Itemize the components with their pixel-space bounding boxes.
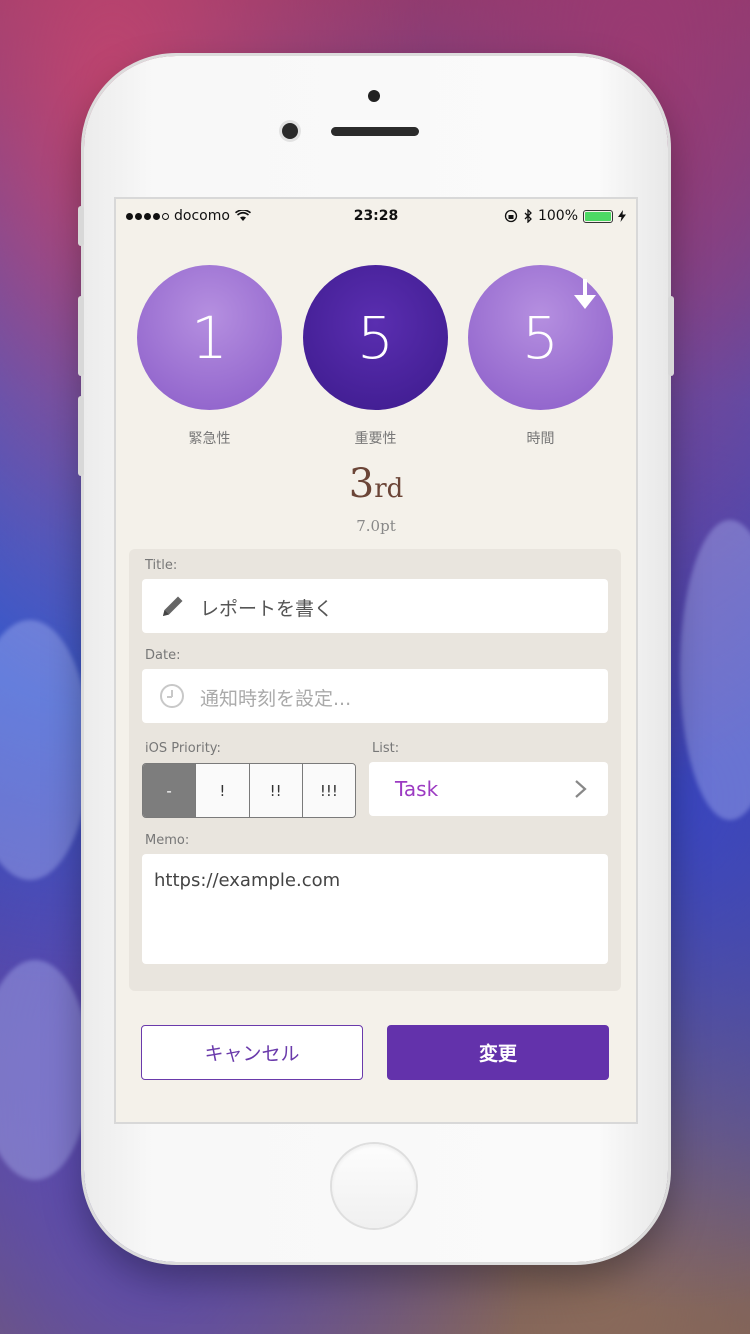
time-value: 5 xyxy=(522,303,559,372)
battery-percent: 100% xyxy=(537,208,578,224)
date-label: Date: xyxy=(145,648,181,663)
time-circle[interactable]: 5 xyxy=(468,265,613,410)
points-label: 7.0pt xyxy=(356,517,396,535)
rank-display: 3rd xyxy=(116,461,636,507)
urgency-label: 緊急性 xyxy=(188,431,231,447)
rank-suffix: rd xyxy=(374,474,404,504)
background-blur xyxy=(0,620,90,880)
status-bar: docomo 23:28 100% xyxy=(116,199,636,233)
volume-button xyxy=(78,206,84,246)
speaker xyxy=(331,127,419,136)
importance-circle[interactable]: 5 xyxy=(303,265,448,410)
priority-option-medium[interactable]: !! xyxy=(248,764,302,817)
cancel-button[interactable]: キャンセル xyxy=(141,1025,363,1080)
list-selector[interactable]: Task xyxy=(369,762,608,816)
date-placeholder: 通知時刻を設定... xyxy=(200,688,352,710)
clock-icon xyxy=(160,684,184,708)
volume-button xyxy=(78,396,84,476)
arrow-down-icon xyxy=(574,279,596,309)
background-blur xyxy=(680,520,750,820)
bluetooth-icon xyxy=(524,209,532,223)
priority-option-high[interactable]: !!! xyxy=(301,764,355,817)
power-button xyxy=(668,296,674,376)
priority-option-low[interactable]: ! xyxy=(195,764,249,817)
list-value: Task xyxy=(395,777,439,801)
charging-icon xyxy=(618,210,626,222)
rank-number: 3 xyxy=(348,461,375,507)
phone-frame: docomo 23:28 100% 1 5 5 緊急性 重要性 時間 3rd 7… xyxy=(78,56,674,1262)
title-label: Title: xyxy=(145,558,178,573)
pencil-icon xyxy=(163,596,183,616)
memo-label: Memo: xyxy=(145,833,190,848)
priority-option-none[interactable]: - xyxy=(143,764,196,817)
rotation-lock-icon xyxy=(504,209,518,223)
date-field[interactable]: 通知時刻を設定... xyxy=(142,669,608,723)
background-blur xyxy=(0,960,90,1180)
battery-icon xyxy=(583,209,613,223)
memo-value: https://example.com xyxy=(154,870,341,891)
memo-field[interactable]: https://example.com xyxy=(142,854,608,964)
urgency-value: 1 xyxy=(191,303,228,372)
front-camera xyxy=(282,123,298,139)
save-button[interactable]: 変更 xyxy=(387,1025,609,1080)
priority-selector: - ! !! !!! xyxy=(142,763,356,818)
title-field[interactable]: レポートを書く xyxy=(142,579,608,633)
priority-label: iOS Priority: xyxy=(145,741,221,756)
title-value: レポートを書く xyxy=(200,598,334,620)
importance-value: 5 xyxy=(357,303,394,372)
chevron-right-icon xyxy=(575,780,587,798)
volume-button xyxy=(78,296,84,376)
urgency-circle[interactable]: 1 xyxy=(137,265,282,410)
app-screen: docomo 23:28 100% 1 5 5 緊急性 重要性 時間 3rd 7… xyxy=(114,197,638,1124)
home-button[interactable] xyxy=(332,1144,416,1228)
time-label: 時間 xyxy=(526,431,555,447)
list-label: List: xyxy=(372,741,400,756)
camera-dot xyxy=(368,90,380,102)
importance-label: 重要性 xyxy=(354,431,397,447)
